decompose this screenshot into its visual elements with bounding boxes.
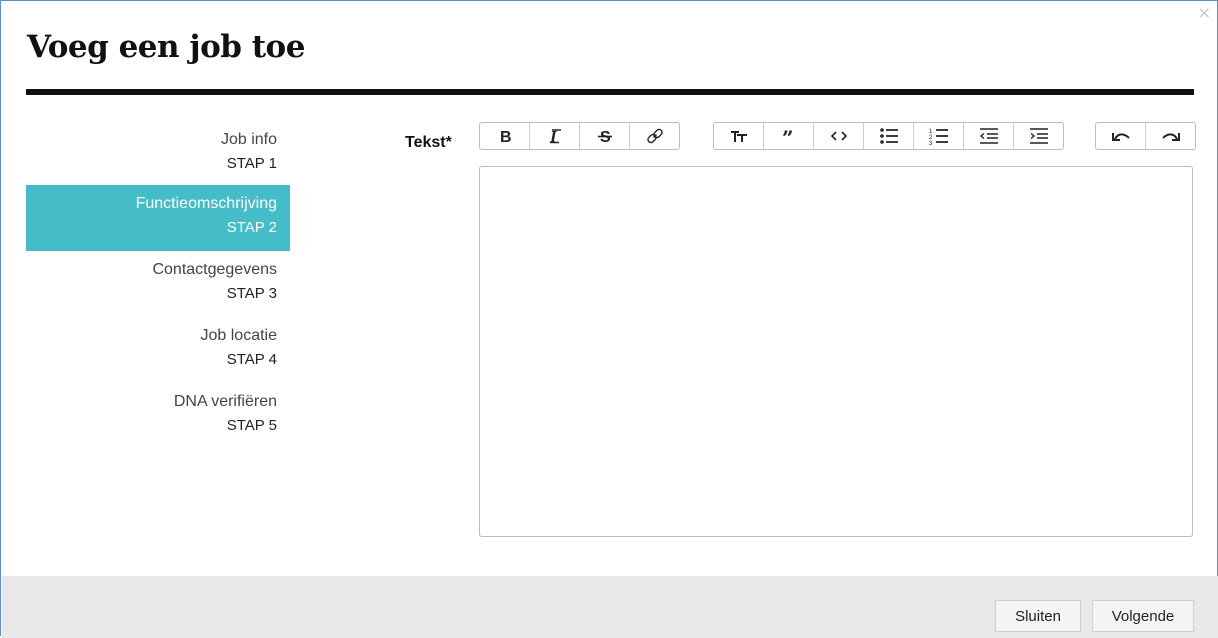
bold-icon: B — [500, 129, 512, 144]
outdent-icon — [979, 128, 998, 144]
heading-icon — [730, 131, 747, 142]
italic-button[interactable]: I — [530, 123, 580, 149]
svg-text:B: B — [500, 129, 512, 144]
step-label: Contactgegevens — [152, 261, 277, 278]
svg-text:”: ” — [782, 129, 794, 143]
next-button[interactable]: Volgende — [1092, 600, 1194, 632]
step-number: STAP 3 — [226, 285, 277, 302]
toolbar-history-group — [1095, 122, 1196, 150]
link-button[interactable] — [630, 123, 679, 149]
step-job-info[interactable]: Job info STAP 1 — [26, 121, 290, 185]
quote-button[interactable]: ” — [764, 123, 814, 149]
step-navigation: Job info STAP 1 Functieomschrijving STAP… — [26, 121, 290, 449]
step-dna-verifieren[interactable]: DNA verifiëren STAP 5 — [26, 383, 290, 449]
numbered-list-button[interactable]: 123 — [914, 123, 964, 149]
redo-icon — [1161, 133, 1180, 141]
step-label: DNA verifiëren — [173, 393, 277, 410]
toolbar-formatting-group: B I S — [479, 122, 680, 150]
close-icon[interactable]: × — [1198, 5, 1211, 21]
bold-button[interactable]: B — [480, 123, 530, 149]
indent-button[interactable] — [1014, 123, 1063, 149]
indent-icon — [1029, 128, 1048, 144]
strikethrough-button[interactable]: S — [580, 123, 630, 149]
code-icon — [830, 131, 847, 141]
undo-icon — [1111, 133, 1130, 141]
redo-button[interactable] — [1146, 123, 1195, 149]
toolbar-block-group: ” 123 — [713, 122, 1064, 150]
bullet-list-button[interactable] — [864, 123, 914, 149]
numbered-list-icon: 123 — [929, 129, 948, 145]
text-editor-area[interactable] — [479, 166, 1193, 537]
step-number: STAP 4 — [226, 351, 277, 368]
step-number: STAP 1 — [226, 155, 277, 172]
quote-icon: ” — [782, 129, 794, 143]
step-functieomschrijving[interactable]: Functieomschrijving STAP 2 — [26, 185, 290, 251]
step-label: Functieomschrijving — [135, 195, 277, 212]
step-label: Job info — [220, 131, 277, 148]
svg-text:3: 3 — [929, 141, 933, 145]
link-icon — [646, 128, 663, 144]
step-job-locatie[interactable]: Job locatie STAP 4 — [26, 317, 290, 383]
close-button[interactable]: Sluiten — [995, 600, 1081, 632]
code-button[interactable] — [814, 123, 864, 149]
step-contactgegevens[interactable]: Contactgegevens STAP 3 — [26, 251, 290, 317]
bullet-list-icon — [879, 128, 898, 144]
step-number: STAP 5 — [226, 417, 277, 434]
strikethrough-icon: S — [597, 129, 612, 144]
step-number: STAP 2 — [226, 219, 277, 236]
outdent-button[interactable] — [964, 123, 1014, 149]
heading-button[interactable] — [714, 123, 764, 149]
add-job-dialog: × Voeg een job toe Job info STAP 1 Funct… — [0, 0, 1218, 638]
undo-button[interactable] — [1096, 123, 1146, 149]
step-label: Job locatie — [200, 327, 278, 344]
italic-icon: I — [549, 128, 561, 144]
title-divider — [26, 89, 1194, 95]
text-field-label: Tekst* — [405, 134, 452, 151]
page-title: Voeg een job toe — [27, 29, 305, 65]
